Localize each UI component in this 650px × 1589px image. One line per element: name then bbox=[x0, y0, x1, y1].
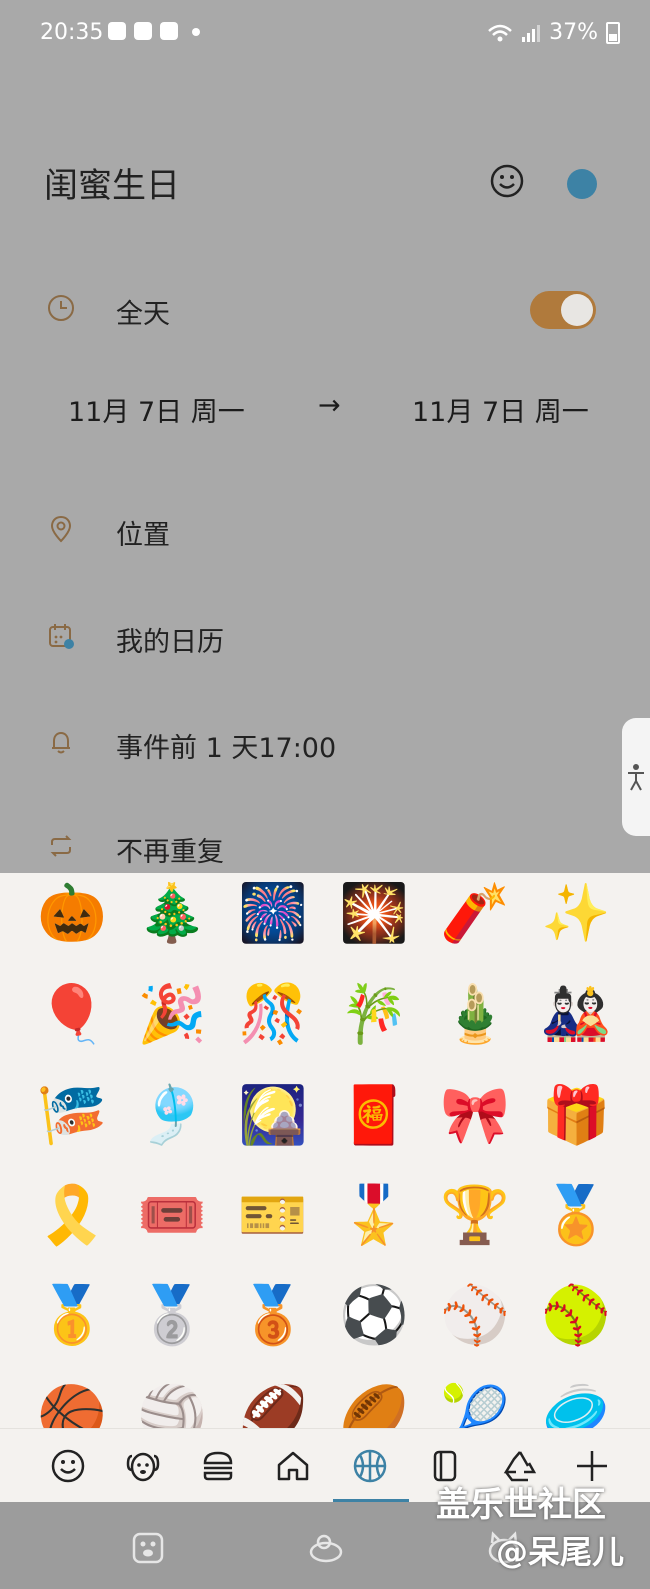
emoji-item[interactable]: 🥈 bbox=[122, 1265, 222, 1365]
emoji-item[interactable]: ✨ bbox=[526, 873, 626, 963]
emoji-grid: 🎃 🎄 🎆 🎇 🧨 ✨ 🎈 🎉 🎊 🎋 🎍 🎎 🎏 🎐 🎑 🧧 🎀 🎁 🎗️ 🎟️ 🎫 🎖️ 🏆 🏅 🥇 🥈 🥉 ⚽ ⚾ 🥎 🏀 🏐 🏈 🏉 🎾 🥏 bbox=[0, 873, 650, 1428]
repeat-row[interactable]: 不再重复 bbox=[0, 822, 650, 872]
emoji-item[interactable]: 🎐 bbox=[122, 1065, 222, 1165]
emoji-item[interactable]: 🎟️ bbox=[122, 1165, 222, 1265]
emoji-item[interactable]: 🎑 bbox=[223, 1065, 323, 1165]
emoji-item[interactable]: 🎇 bbox=[324, 873, 424, 963]
event-title[interactable]: 闺蜜生日 bbox=[44, 158, 180, 207]
emoji-item[interactable]: 🎉 bbox=[122, 964, 222, 1064]
bell-icon bbox=[52, 731, 70, 754]
gallery-notification-icon bbox=[134, 22, 152, 40]
clock-icon bbox=[48, 295, 74, 321]
emoji-item[interactable]: 🥎 bbox=[526, 1265, 626, 1365]
reminder-row[interactable]: 事件前 1 天17:00 bbox=[0, 718, 650, 768]
emoji-item[interactable]: 🎾 bbox=[425, 1365, 525, 1428]
status-right: 37% bbox=[487, 20, 620, 45]
location-label: 位置 bbox=[116, 520, 170, 551]
allday-toggle[interactable] bbox=[530, 291, 596, 329]
emoji-item[interactable]: 🎈 bbox=[22, 964, 122, 1064]
emoji-item[interactable]: 🥉 bbox=[223, 1265, 323, 1365]
emoji-item[interactable]: 🏐 bbox=[122, 1365, 222, 1428]
emoji-item[interactable]: 🥇 bbox=[22, 1265, 122, 1365]
reminder-label: 事件前 1 天17:00 bbox=[116, 733, 337, 764]
calendar-icon bbox=[49, 624, 74, 649]
status-time: 20:35 bbox=[40, 20, 104, 45]
allday-label: 全天 bbox=[116, 299, 170, 330]
category-animal-icon[interactable] bbox=[118, 1441, 168, 1491]
watermark-author: @呆尾儿 bbox=[496, 1533, 625, 1571]
calendar-label: 我的日历 bbox=[116, 627, 224, 658]
emoji-item[interactable]: 🏀 bbox=[22, 1365, 122, 1428]
status-bar: 20:35 37% bbox=[0, 0, 650, 70]
notification-app-icon bbox=[108, 22, 126, 40]
notification-icons bbox=[108, 22, 200, 40]
emoji-item[interactable]: 🎏 bbox=[22, 1065, 122, 1165]
emoji-item[interactable]: 🎗️ bbox=[22, 1165, 122, 1265]
emoji-item[interactable]: 🎄 bbox=[122, 873, 222, 963]
toggle-knob bbox=[561, 294, 593, 326]
event-color-button[interactable] bbox=[567, 169, 597, 199]
accessibility-side-tab[interactable] bbox=[622, 718, 650, 836]
wifi-icon bbox=[488, 24, 512, 41]
repeat-icon bbox=[50, 835, 72, 857]
paw-sticker-icon[interactable] bbox=[128, 1528, 168, 1568]
end-date[interactable]: 11月 7日 周一 bbox=[412, 390, 589, 429]
location-pin-icon bbox=[50, 515, 72, 543]
check-notification-icon bbox=[160, 22, 178, 40]
emoji-item[interactable]: 🎎 bbox=[526, 964, 626, 1064]
emoji-item[interactable]: 🎊 bbox=[223, 964, 323, 1064]
emoji-item[interactable]: 🎍 bbox=[425, 964, 525, 1064]
emoji-item[interactable]: 🏈 bbox=[223, 1365, 323, 1428]
emoji-item[interactable]: 🏆 bbox=[425, 1165, 525, 1265]
date-arrow-icon: → bbox=[318, 390, 341, 421]
calendar-row[interactable]: 我的日历 bbox=[0, 612, 650, 662]
emoji-item[interactable]: ⚽ bbox=[324, 1265, 424, 1365]
signal-icon bbox=[522, 24, 541, 42]
start-date[interactable]: 11月 7日 周一 bbox=[68, 390, 245, 429]
location-row[interactable]: 位置 bbox=[0, 505, 650, 555]
more-notifications-dot-icon bbox=[192, 28, 200, 36]
emoji-item[interactable]: 🎖️ bbox=[324, 1165, 424, 1265]
category-food-icon[interactable] bbox=[193, 1441, 243, 1491]
emoji-item[interactable]: 🎁 bbox=[526, 1065, 626, 1165]
bird-sticker-icon[interactable] bbox=[306, 1528, 346, 1568]
emoji-item[interactable]: 🎃 bbox=[22, 873, 122, 963]
emoji-item[interactable]: 🏉 bbox=[324, 1365, 424, 1428]
emoji-item[interactable]: 🧨 bbox=[425, 873, 525, 963]
emoji-item[interactable]: 🏅 bbox=[526, 1165, 626, 1265]
emoji-item[interactable]: 🧧 bbox=[324, 1065, 424, 1165]
emoji-item[interactable]: 🎫 bbox=[223, 1165, 323, 1265]
repeat-label: 不再重复 bbox=[116, 837, 224, 868]
category-activity-icon[interactable] bbox=[345, 1441, 395, 1491]
emoji-item[interactable]: 🎋 bbox=[324, 964, 424, 1064]
emoji-item[interactable]: 🥏 bbox=[526, 1365, 626, 1428]
emoji-item[interactable]: 🎀 bbox=[425, 1065, 525, 1165]
emoji-picker-icon[interactable] bbox=[490, 164, 524, 198]
category-travel-icon[interactable] bbox=[268, 1441, 318, 1491]
watermark-community: 盖乐世社区 bbox=[436, 1485, 606, 1525]
battery-icon bbox=[606, 21, 620, 44]
emoji-item[interactable]: ⚾ bbox=[425, 1265, 525, 1365]
battery-percent: 37% bbox=[549, 20, 598, 45]
emoji-item[interactable]: 🎆 bbox=[223, 873, 323, 963]
category-smiley-icon[interactable] bbox=[43, 1441, 93, 1491]
accessibility-icon bbox=[628, 764, 644, 791]
